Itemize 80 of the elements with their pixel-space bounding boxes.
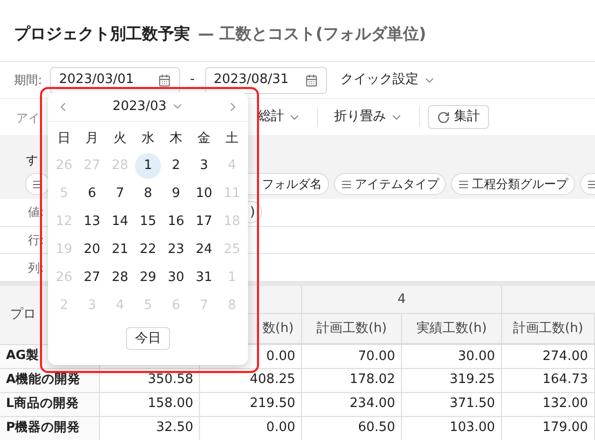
toolbar-label: アイ xyxy=(16,111,40,125)
column-group-header: 4 xyxy=(398,292,406,306)
table-cell: 178.02 xyxy=(350,372,396,388)
day-cell[interactable]: 13 xyxy=(79,209,105,235)
today-button[interactable]: 今日 xyxy=(126,327,170,350)
table-cell: 219.50 xyxy=(250,396,296,412)
page-title: プロジェクト別工数予実 xyxy=(14,23,190,45)
day-cell[interactable]: 28 xyxy=(107,265,133,291)
day-cell[interactable]: 3 xyxy=(191,153,217,179)
weekday-label: 日 xyxy=(58,130,70,148)
weekday-label: 月 xyxy=(86,130,98,148)
table-cell: 319.25 xyxy=(450,372,496,388)
table-cell: 234.00 xyxy=(350,396,396,412)
calendar-icon xyxy=(304,74,318,86)
list-icon xyxy=(587,178,595,190)
day-cell[interactable]: 2 xyxy=(163,153,189,179)
column-header: プロ xyxy=(10,307,36,322)
day-cell[interactable]: 31 xyxy=(191,265,217,291)
day-cell[interactable]: 6 xyxy=(79,181,105,207)
day-cell[interactable]: 20 xyxy=(79,237,105,263)
column-header: 数(h) xyxy=(262,320,294,336)
day-cell[interactable]: 14 xyxy=(107,209,133,235)
row-header: A機能の開発 xyxy=(6,371,81,386)
column-header: 実績工数(h) xyxy=(416,320,487,336)
period-label: 期間: xyxy=(14,72,44,89)
day-cell[interactable]: 7 xyxy=(107,181,133,207)
weekday-label: 土 xyxy=(226,130,238,148)
day-cell[interactable]: 22 xyxy=(135,237,161,263)
column-header: 計画工数(h) xyxy=(316,320,387,336)
table-cell: 30.00 xyxy=(458,348,496,364)
table-cell: 350.58 xyxy=(148,372,194,388)
month-dropdown[interactable]: 2023/03 xyxy=(112,96,184,116)
table-cell: 60.50 xyxy=(358,420,396,436)
day-cell[interactable]: 10 xyxy=(191,181,217,207)
range-separator: - xyxy=(189,71,196,90)
day-cell[interactable]: 15 xyxy=(135,209,161,235)
table-cell: 132.00 xyxy=(542,396,588,412)
row-header: L商品の開発 xyxy=(6,395,79,410)
table-cell: 32.50 xyxy=(156,420,194,436)
weekday-label: 火 xyxy=(114,130,126,148)
quick-settings-dropdown[interactable]: クイック設定 xyxy=(340,70,436,90)
row-header: AG製 xyxy=(6,347,39,362)
calendar-icon xyxy=(158,74,171,86)
day-cell[interactable]: 1 xyxy=(135,153,161,179)
day-cell[interactable]: 8 xyxy=(135,181,161,207)
date-field[interactable]: 2023/08/31 xyxy=(204,66,327,94)
weekday-label: 水 xyxy=(142,130,154,148)
day-cell[interactable]: 23 xyxy=(163,237,189,263)
day-cell[interactable]: 16 xyxy=(163,209,189,235)
table-cell: 70.00 xyxy=(358,348,396,364)
table-cell: 164.73 xyxy=(542,372,588,388)
day-cell[interactable]: 17 xyxy=(191,209,217,235)
table-cell: 0.00 xyxy=(266,420,296,436)
list-icon xyxy=(32,178,43,190)
table-cell: 103.00 xyxy=(450,420,496,436)
column-header: 計画工数(h) xyxy=(512,320,584,336)
table-cell: 158.00 xyxy=(148,396,194,412)
row-header: P機器の開発 xyxy=(6,419,80,434)
table-cell: 274.00 xyxy=(542,348,588,364)
day-cell[interactable]: 24 xyxy=(191,237,217,263)
page-subtitle: — 工数とコスト(フォルダ単位) xyxy=(198,23,426,45)
table-cell: 0.00 xyxy=(266,348,296,364)
section-label: す xyxy=(26,152,38,169)
day-cell[interactable]: 9 xyxy=(163,181,189,207)
weekday-label: 金 xyxy=(198,130,210,148)
list-icon xyxy=(458,178,469,190)
table-cell: 408.25 xyxy=(250,372,296,388)
table-cell: 371.50 xyxy=(450,396,496,412)
day-cell[interactable]: 27 xyxy=(79,265,105,291)
aggregate-button[interactable]: 集計 xyxy=(428,105,489,129)
refresh-icon xyxy=(437,110,450,124)
field-chip[interactable]: アイテムタイプ xyxy=(334,173,446,195)
list-icon xyxy=(341,178,352,190)
field-chip[interactable]: 工程分類グループ xyxy=(451,173,575,195)
dropdown-button[interactable]: 折り畳み xyxy=(326,107,420,127)
weekday-label: 木 xyxy=(170,130,182,148)
day-cell[interactable]: 21 xyxy=(107,237,133,263)
day-cell[interactable]: 29 xyxy=(135,265,161,291)
day-cell[interactable]: 30 xyxy=(163,265,189,291)
table-cell: 179.00 xyxy=(542,420,588,436)
